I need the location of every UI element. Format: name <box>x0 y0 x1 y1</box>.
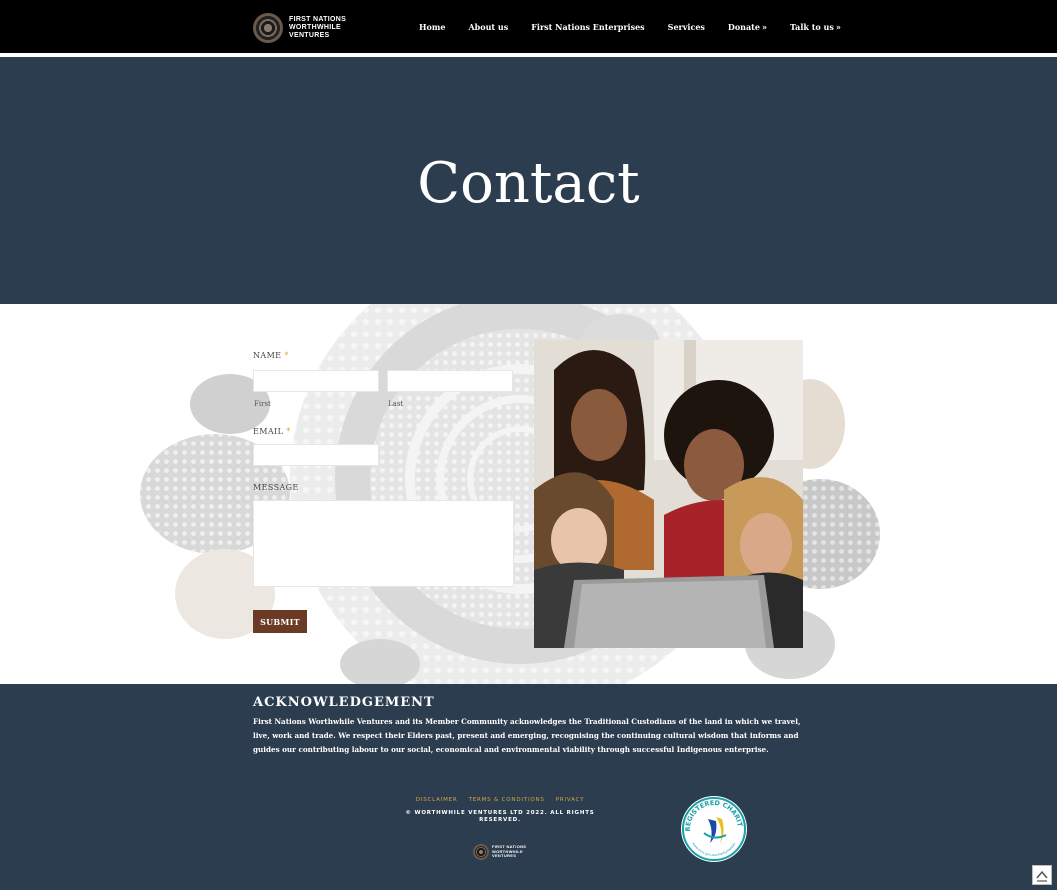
page-title: Contact <box>417 151 640 216</box>
required-asterisk: * <box>286 427 291 436</box>
brand-logo[interactable]: FIRST NATIONS WORTHWHILE VENTURES <box>253 13 346 43</box>
acknowledgement-title: ACKNOWLEDGEMENT <box>253 695 435 710</box>
footer-brand-name: FIRST NATIONS WORTHWHILE VENTURES <box>492 845 526 859</box>
main-nav: Home About us First Nations Enterprises … <box>419 22 841 32</box>
privacy-link[interactable]: PRIVACY <box>556 797 585 803</box>
nav-talk-to-us-label: Talk to us <box>789 22 834 32</box>
footer-brand-line-3: VENTURES <box>492 853 517 859</box>
submit-button[interactable]: SUBMIT <box>253 610 307 633</box>
nav-first-nations-enterprises[interactable]: First Nations Enterprises <box>531 22 644 32</box>
nav-services[interactable]: Services <box>668 22 705 32</box>
legal-block: DISCLAIMER TERMS & CONDITIONS PRIVACY © … <box>400 797 600 824</box>
last-name-input[interactable] <box>387 370 513 392</box>
nav-donate[interactable]: Donate» <box>728 22 767 32</box>
registered-charity-badge[interactable]: REGISTERED CHARITY www.acnc.gov.au/chari… <box>680 795 748 863</box>
chevron-double-down-icon: » <box>835 22 841 32</box>
acknowledgement-text: First Nations Worthwhile Ventures and it… <box>253 717 801 754</box>
arrow-up-icon <box>1036 870 1048 882</box>
email-label-text: EMAIL <box>253 427 284 436</box>
message-label: MESSAGE <box>253 483 299 492</box>
logo-emblem-icon <box>473 844 489 860</box>
footer-brand-logo[interactable]: FIRST NATIONS WORTHWHILE VENTURES <box>473 844 526 860</box>
last-name-sublabel: Last <box>388 400 404 408</box>
required-asterisk: * <box>284 351 289 360</box>
nav-home[interactable]: Home <box>419 22 445 32</box>
brand-name: FIRST NATIONS WORTHWHILE VENTURES <box>289 16 346 40</box>
message-textarea[interactable] <box>253 500 514 587</box>
email-label: EMAIL * <box>253 427 291 436</box>
first-name-input[interactable] <box>253 370 379 392</box>
chevron-double-down-icon: » <box>761 22 767 32</box>
aboriginal-art-background <box>140 304 880 684</box>
brand-line-2: WORTHWHILE <box>289 24 341 31</box>
logo-emblem-icon <box>253 13 283 43</box>
top-navbar: FIRST NATIONS WORTHWHILE VENTURES Home A… <box>0 0 1057 55</box>
hero-banner: Contact <box>0 57 1057 304</box>
site-footer: ACKNOWLEDGEMENT First Nations Worthwhile… <box>0 684 1057 890</box>
nav-about-us[interactable]: About us <box>468 22 508 32</box>
terms-conditions-link[interactable]: TERMS & CONDITIONS <box>469 797 545 803</box>
name-label-text: NAME <box>253 351 282 360</box>
legal-links: DISCLAIMER TERMS & CONDITIONS PRIVACY <box>400 797 600 803</box>
name-label: NAME * <box>253 351 289 360</box>
copyright-text: © WORTHWHILE VENTURES LTD 2022. ALL RIGH… <box>405 810 595 823</box>
first-name-sublabel: First <box>254 400 271 408</box>
contact-section: NAME * First Last EMAIL * MESSAGE SUBMIT <box>0 304 1057 684</box>
women-at-laptop-photo <box>534 340 803 648</box>
disclaimer-link[interactable]: DISCLAIMER <box>416 797 458 803</box>
nav-donate-label: Donate <box>727 22 760 32</box>
brand-line-1: FIRST NATIONS <box>289 16 347 23</box>
back-to-top-button[interactable] <box>1032 865 1052 885</box>
nav-talk-to-us[interactable]: Talk to us» <box>790 22 841 32</box>
brand-line-3: VENTURES <box>289 32 330 39</box>
email-field[interactable] <box>253 444 379 466</box>
photo-illustration <box>534 340 803 648</box>
